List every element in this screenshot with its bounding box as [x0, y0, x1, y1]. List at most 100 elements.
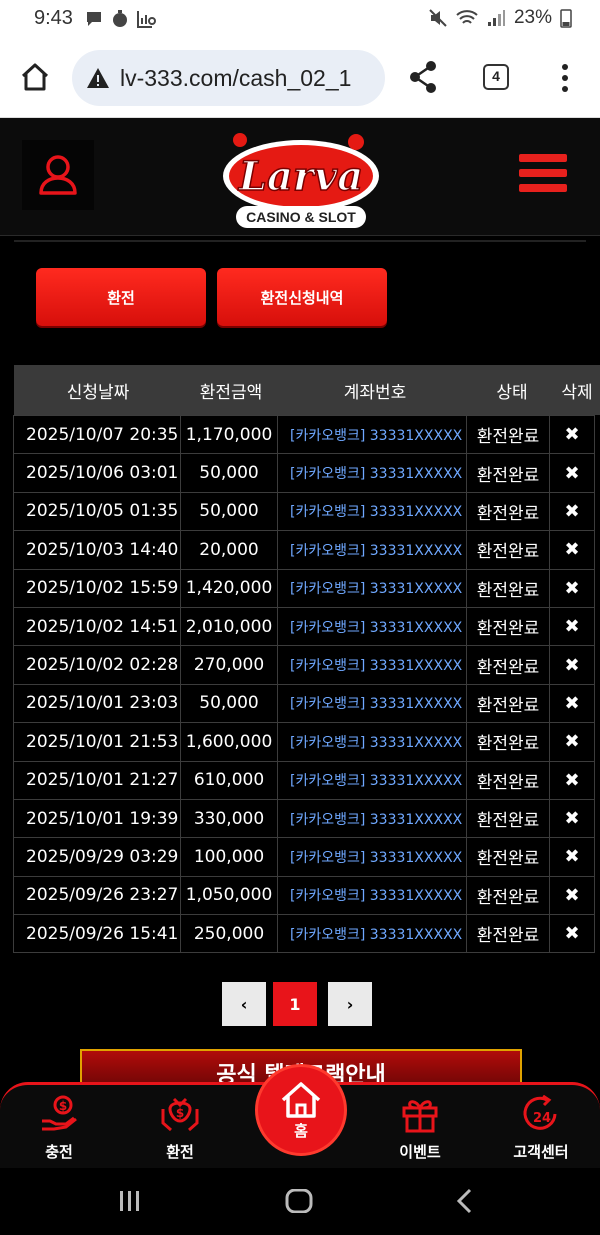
delete-button[interactable]: ✖: [549, 837, 595, 877]
home-circle-icon[interactable]: [285, 1189, 313, 1213]
amount-cell: 20,000: [180, 530, 278, 570]
date-cell: 2025/10/05 01:35: [13, 491, 181, 532]
table-row: 2025/10/06 03:01 50,000 [카카오뱅크] 33331XXXXX…: [13, 453, 600, 493]
header-account: 계좌번호: [343, 382, 407, 403]
date-cell: 2025/10/02 14:51: [13, 606, 181, 647]
date-cell: 2025/10/02 02:28: [13, 645, 181, 685]
recent-apps-icon[interactable]: [118, 1190, 142, 1212]
svg-text:$: $: [176, 1106, 184, 1120]
amount-cell: 1,050,000: [180, 875, 278, 916]
home-icon[interactable]: [20, 62, 50, 92]
nav-charge-label: 충전: [45, 1143, 73, 1161]
date-cell: 2025/10/02 15:59: [13, 568, 181, 608]
status-cell: 환전완료: [466, 722, 550, 762]
page-1-button[interactable]: 1: [273, 982, 317, 1026]
delete-button[interactable]: ✖: [549, 645, 595, 685]
nav-support[interactable]: 24 고객센터: [496, 1095, 586, 1162]
date-cell: 2025/09/29 03:29: [13, 837, 181, 877]
divider: [14, 240, 586, 242]
date-cell: 2025/10/03 14:40: [13, 530, 181, 570]
table-row: 2025/10/02 14:51 2,010,000 [카카오뱅크] 33331XX…: [13, 606, 600, 647]
prev-page-button[interactable]: ‹: [222, 982, 266, 1026]
table-row: 2025/10/03 14:40 20,000 [카카오뱅크] 33331XXXXX…: [13, 530, 600, 570]
menu-bar: [519, 154, 567, 162]
site-logo[interactable]: Larva CASINO & SLOT: [218, 122, 384, 232]
nav-home-button[interactable]: 홈: [255, 1064, 347, 1156]
account-cell: [카카오뱅크] 33331XXXXX: [277, 683, 467, 724]
status-cell: 환전완료: [466, 530, 550, 570]
nav-exchange[interactable]: $ 환전: [135, 1095, 225, 1162]
amount-cell: 610,000: [180, 760, 278, 800]
table-row: 2025/10/07 20:35 1,170,000 [카카오뱅크] 33331XX…: [13, 415, 600, 455]
nav-charge[interactable]: $ 충전: [14, 1095, 104, 1162]
account-cell: [카카오뱅크] 33331XXXXX: [277, 606, 467, 647]
wifi-icon: [456, 10, 478, 24]
nav-support-label: 고객센터: [513, 1143, 569, 1161]
nav-event-label: 이벤트: [399, 1143, 441, 1161]
date-cell: 2025/09/26 23:27: [13, 875, 181, 916]
hamburger-menu-button[interactable]: [519, 154, 567, 196]
larva-logo: Larva CASINO & SLOT: [223, 133, 379, 228]
address-bar[interactable]: lv-333.com/cash_02_1: [72, 50, 385, 106]
account-cell: [카카오뱅크] 33331XXXXX: [277, 568, 467, 608]
account-cell: [카카오뱅크] 33331XXXXX: [277, 914, 467, 954]
chart-search-icon: [137, 11, 156, 28]
status-cell: 환전완료: [466, 760, 550, 800]
amount-cell: 50,000: [180, 453, 278, 493]
url-text[interactable]: lv-333.com/cash_02_1: [120, 65, 351, 92]
battery-percent: 23%: [513, 7, 552, 28]
exchange-button[interactable]: 환전: [36, 268, 206, 326]
date-cell: 2025/10/07 20:35: [13, 415, 181, 455]
table-row: 2025/10/02 02:28 270,000 [카카오뱅크] 33331XXXX…: [13, 645, 600, 685]
status-cell: 환전완료: [466, 415, 550, 455]
amount-cell: 250,000: [180, 914, 278, 954]
android-navigation-bar: [0, 1168, 600, 1235]
share-icon[interactable]: [408, 60, 438, 94]
user-button[interactable]: [22, 140, 94, 210]
table-row: 2025/09/29 03:29 100,000 [카카오뱅크] 33331XXXX…: [13, 837, 600, 877]
table-row: 2025/10/02 15:59 1,420,000 [카카오뱅크] 33331XX…: [13, 568, 600, 608]
delete-button[interactable]: ✖: [549, 453, 595, 493]
table-row: 2025/10/01 19:39 330,000 [카카오뱅크] 33331XXXX…: [13, 798, 600, 839]
delete-button[interactable]: ✖: [549, 491, 595, 532]
amount-cell: 2,010,000: [180, 606, 278, 647]
status-cell: 환전완료: [466, 568, 550, 608]
date-cell: 2025/10/01 21:27: [13, 760, 181, 800]
next-page-button[interactable]: ›: [328, 982, 372, 1026]
browser-toolbar: lv-333.com/cash_02_1 4: [0, 40, 600, 118]
status-cell: 환전완료: [466, 453, 550, 493]
account-cell: [카카오뱅크] 33331XXXXX: [277, 415, 467, 455]
delete-button[interactable]: ✖: [549, 722, 595, 762]
warning-icon[interactable]: [86, 67, 110, 89]
back-icon[interactable]: [455, 1188, 475, 1214]
signal-icon: [487, 10, 505, 26]
account-cell: [카카오뱅크] 33331XXXXX: [277, 837, 467, 877]
delete-button[interactable]: ✖: [549, 606, 595, 647]
delete-button[interactable]: ✖: [549, 568, 595, 608]
delete-button[interactable]: ✖: [549, 415, 595, 455]
delete-button[interactable]: ✖: [549, 914, 595, 954]
more-options-icon[interactable]: [560, 63, 570, 93]
timer-icon: [113, 10, 127, 27]
delete-button[interactable]: ✖: [549, 530, 595, 570]
nav-event[interactable]: 이벤트: [375, 1095, 465, 1162]
delete-button[interactable]: ✖: [549, 798, 595, 839]
nav-home-label: 홈: [294, 1121, 308, 1140]
amount-cell: 270,000: [180, 645, 278, 685]
site-header: Larva CASINO & SLOT: [0, 118, 600, 236]
battery-icon: [560, 9, 572, 28]
menu-bar: [519, 169, 567, 177]
exchange-history-button[interactable]: 환전신청내역: [217, 268, 387, 326]
amount-cell: 1,420,000: [180, 568, 278, 608]
support-24-icon: 24: [523, 1095, 557, 1130]
table-row: 2025/09/26 23:27 1,050,000 [카카오뱅크] 33331XX…: [13, 875, 600, 916]
amount-cell: 50,000: [180, 683, 278, 724]
svg-text:$: $: [59, 1099, 67, 1113]
account-cell: [카카오뱅크] 33331XXXXX: [277, 722, 467, 762]
delete-button[interactable]: ✖: [549, 760, 595, 800]
delete-button[interactable]: ✖: [549, 683, 595, 724]
status-cell: 환전완료: [466, 606, 550, 647]
clock: 9:43: [34, 7, 73, 29]
tab-switcher-button[interactable]: 4: [483, 64, 509, 90]
delete-button[interactable]: ✖: [549, 875, 595, 916]
